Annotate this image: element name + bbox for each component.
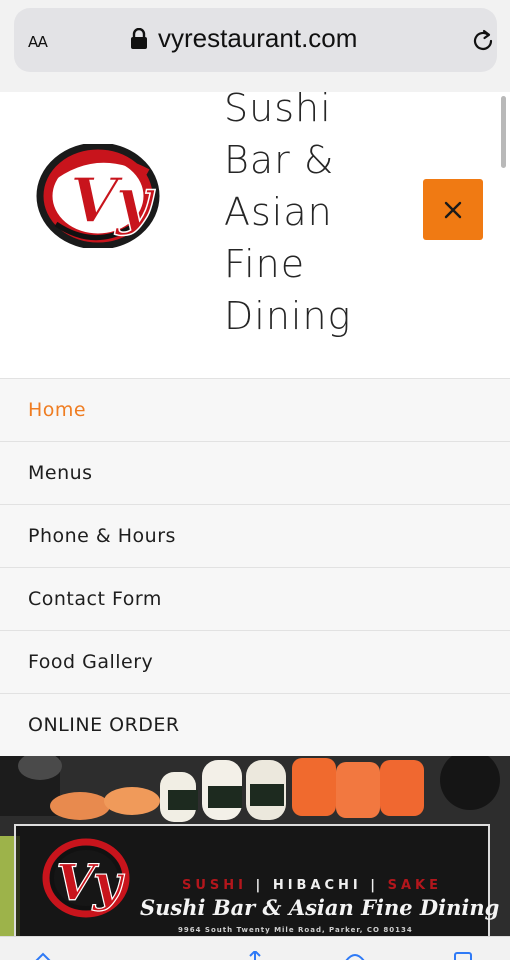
url-text: vyrestaurant.com <box>158 23 358 53</box>
page-scrollbar[interactable] <box>501 96 506 168</box>
tagline-hibachi: HIBACHI <box>272 878 362 893</box>
url-field[interactable]: AA vyrestaurant.com <box>14 8 497 72</box>
browser-toolbar <box>0 936 510 960</box>
nav-item-home[interactable]: Home <box>0 378 510 441</box>
site-title: Sushi Bar & Asian Fine Dining <box>224 82 414 342</box>
bookmarks-icon[interactable] <box>344 951 366 960</box>
nav-item-menus[interactable]: Menus <box>0 441 510 504</box>
nav-item-phone-hours[interactable]: Phone & Hours <box>0 504 510 567</box>
nav-item-online-order[interactable]: ONLINE ORDER <box>0 693 510 756</box>
title-line: Dining <box>224 294 352 338</box>
reader-mode-button[interactable]: AA <box>28 28 48 52</box>
title-line: Fine <box>224 242 306 286</box>
banner-title: Sushi Bar & Asian Fine Dining <box>140 895 500 920</box>
tagline-sake: SAKE <box>387 878 442 893</box>
svg-text:Vy: Vy <box>56 853 125 912</box>
title-line: Asian <box>224 190 333 234</box>
reload-icon[interactable] <box>470 28 496 54</box>
banner-tagline: SUSHI | HIBACHI | SAKE <box>182 878 442 893</box>
title-line: Sushi <box>224 86 332 130</box>
back-icon[interactable] <box>32 951 54 960</box>
close-icon <box>444 201 462 218</box>
restaurant-logo[interactable]: Vy <box>36 144 206 248</box>
lock-icon <box>131 28 147 49</box>
reader-mode-label: AA <box>28 33 48 51</box>
svg-text:Vy: Vy <box>70 164 156 237</box>
nav-item-contact-form[interactable]: Contact Form <box>0 567 510 630</box>
browser-address-bar: AA vyrestaurant.com <box>0 0 510 92</box>
banner-address: 9964 South Twenty Mile Road, Parker, CO … <box>178 926 413 934</box>
close-menu-button[interactable] <box>423 179 483 240</box>
nav-item-food-gallery[interactable]: Food Gallery <box>0 630 510 693</box>
share-icon[interactable] <box>244 951 266 960</box>
tabs-icon[interactable] <box>452 951 474 960</box>
title-line: Bar & <box>224 138 335 182</box>
site-header: Vy Sushi Bar & Asian Fine Dining <box>0 86 510 379</box>
nav-menu: Home Menus Phone & Hours Contact Form Fo… <box>0 378 510 756</box>
tagline-sushi: SUSHI <box>182 878 247 893</box>
